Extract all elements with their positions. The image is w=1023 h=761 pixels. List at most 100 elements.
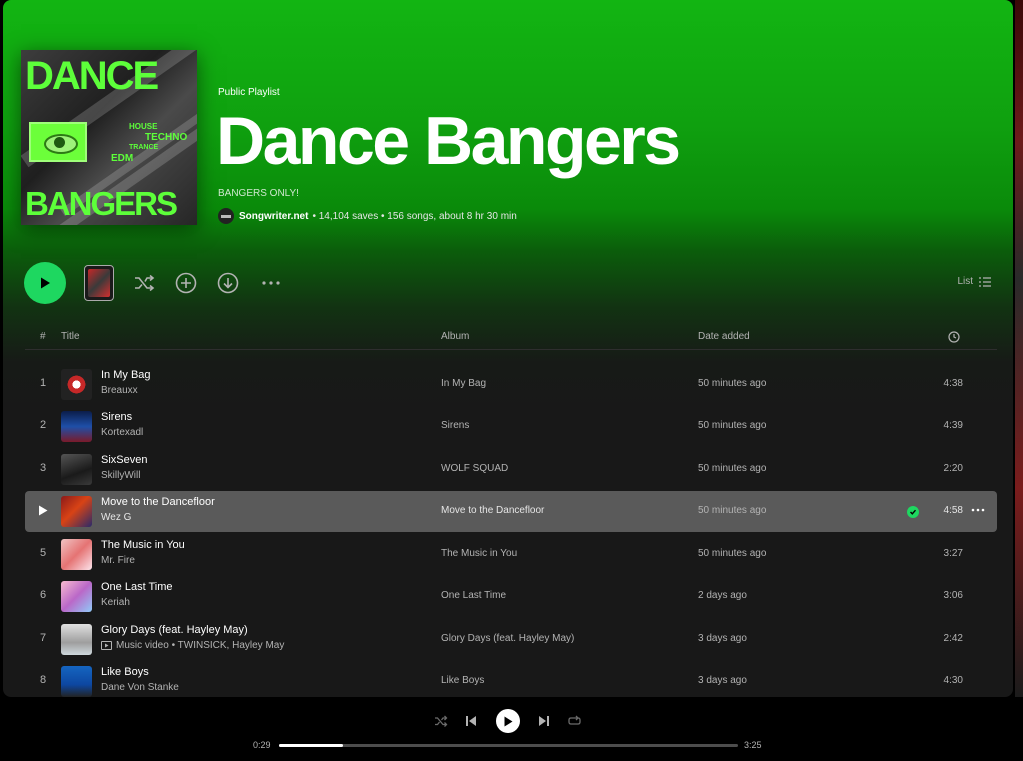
- shuffle-button[interactable]: [131, 272, 157, 294]
- add-to-library-button[interactable]: [174, 271, 198, 295]
- track-artwork: [61, 581, 92, 612]
- download-button[interactable]: [216, 271, 240, 295]
- view-toggle-label: List: [957, 276, 973, 287]
- track-duration: 4:39: [943, 420, 963, 431]
- owner-avatar[interactable]: [218, 208, 234, 224]
- col-duration[interactable]: [948, 331, 960, 346]
- track-artist[interactable]: Music video • TWINSICK, Hayley May: [101, 640, 284, 651]
- playback-progress-bar[interactable]: [279, 744, 738, 747]
- col-date-added[interactable]: Date added: [698, 331, 750, 342]
- track-album[interactable]: WOLF SQUAD: [441, 463, 508, 474]
- progress-fill: [279, 744, 344, 747]
- shuffle-icon: [435, 715, 448, 727]
- col-title[interactable]: Title: [61, 331, 80, 342]
- track-artwork: [61, 539, 92, 570]
- track-row[interactable]: 8 Like Boys Dane Von Stanke Like Boys 3 …: [25, 661, 997, 697]
- repeat-button[interactable]: [567, 714, 582, 728]
- player-play-button[interactable]: [496, 709, 520, 733]
- track-title[interactable]: Sirens: [101, 411, 132, 423]
- track-date-added: 50 minutes ago: [698, 505, 767, 516]
- track-duration: 2:20: [943, 463, 963, 474]
- track-album[interactable]: The Music in You: [441, 548, 517, 559]
- owner-link[interactable]: Songwriter.net: [239, 211, 308, 222]
- cover-tag-house: HOUSE: [129, 122, 158, 131]
- playlist-description: BANGERS ONLY!: [218, 188, 299, 199]
- track-album[interactable]: Like Boys: [441, 675, 484, 686]
- track-duration: 4:58: [943, 505, 963, 516]
- more-options-button[interactable]: [259, 275, 283, 291]
- previous-button[interactable]: [464, 714, 478, 728]
- row-play-button[interactable]: [35, 505, 51, 519]
- playlist-thumbnail-button[interactable]: [84, 265, 114, 301]
- track-row[interactable]: 7 Glory Days (feat. Hayley May) Music vi…: [25, 619, 997, 660]
- track-number: 3: [39, 462, 47, 474]
- track-number: 5: [39, 547, 47, 559]
- track-artist[interactable]: Dane Von Stanke: [101, 682, 179, 693]
- play-icon: [39, 505, 48, 516]
- track-album[interactable]: Move to the Dancefloor: [441, 505, 544, 516]
- play-icon: [504, 716, 513, 726]
- track-date-added: 50 minutes ago: [698, 548, 767, 559]
- clock-icon: [948, 331, 960, 343]
- cover-eye-graphic: [29, 122, 87, 162]
- track-row[interactable]: 1 In My Bag Breauxx In My Bag 50 minutes…: [25, 364, 997, 405]
- track-album[interactable]: Glory Days (feat. Hayley May): [441, 633, 574, 644]
- track-number: 2: [39, 419, 47, 431]
- track-album[interactable]: In My Bag: [441, 378, 486, 389]
- repeat-icon: [568, 715, 581, 725]
- track-album[interactable]: One Last Time: [441, 590, 506, 601]
- track-row[interactable]: 5 The Music in You Mr. Fire The Music in…: [25, 534, 997, 575]
- track-artist[interactable]: Keriah: [101, 597, 130, 608]
- track-title[interactable]: Like Boys: [101, 666, 149, 678]
- track-artist[interactable]: Breauxx: [101, 385, 138, 396]
- adjacent-panel-edge: [1015, 0, 1023, 697]
- track-album[interactable]: Sirens: [441, 420, 469, 431]
- player-shuffle-button[interactable]: [433, 714, 449, 728]
- track-artist[interactable]: Kortexadl: [101, 427, 143, 438]
- track-row[interactable]: 2 Sirens Kortexadl Sirens 50 minutes ago…: [25, 406, 997, 447]
- track-number: 6: [39, 589, 47, 601]
- track-artist[interactable]: SkillyWill: [101, 470, 140, 481]
- cover-tag-trance: TRANCE: [129, 144, 159, 151]
- track-row[interactable]: 6 One Last Time Keriah One Last Time 2 d…: [25, 576, 997, 617]
- track-duration: 3:27: [943, 548, 963, 559]
- track-table-header: # Title Album Date added: [25, 328, 997, 350]
- checkmark-icon: [910, 509, 917, 515]
- cover-tag-techno: TECHNO: [145, 132, 188, 143]
- playlist-stats: • 14,104 saves • 156 songs, about 8 hr 3…: [312, 210, 517, 222]
- track-date-added: 2 days ago: [698, 590, 747, 601]
- row-more-options-button[interactable]: [971, 503, 985, 522]
- track-title[interactable]: Move to the Dancefloor: [101, 496, 215, 508]
- track-artist[interactable]: Mr. Fire: [101, 555, 135, 566]
- track-artist[interactable]: Wez G: [101, 512, 131, 523]
- track-row-hovered[interactable]: Move to the Dancefloor Wez G Move to the…: [25, 491, 997, 532]
- play-button[interactable]: [24, 262, 66, 304]
- track-date-added: 3 days ago: [698, 675, 747, 686]
- track-title[interactable]: SixSeven: [101, 454, 147, 466]
- track-date-added: 50 minutes ago: [698, 378, 767, 389]
- total-time: 3:25: [744, 740, 762, 750]
- view-toggle[interactable]: List: [957, 276, 991, 287]
- track-number: 7: [39, 632, 47, 644]
- col-album[interactable]: Album: [441, 331, 469, 342]
- track-artwork: [61, 496, 92, 527]
- track-title[interactable]: In My Bag: [101, 369, 151, 381]
- track-number: 8: [39, 674, 47, 686]
- track-row[interactable]: 3 SixSeven SkillyWill WOLF SQUAD 50 minu…: [25, 449, 997, 490]
- track-title[interactable]: One Last Time: [101, 581, 173, 593]
- cover-tag-edm: EDM: [111, 153, 134, 164]
- playlist-type: Public Playlist: [218, 87, 280, 98]
- track-title[interactable]: Glory Days (feat. Hayley May): [101, 624, 248, 636]
- track-date-added: 50 minutes ago: [698, 463, 767, 474]
- saved-check-button[interactable]: [907, 506, 919, 518]
- col-number: #: [40, 331, 46, 342]
- track-artwork: [61, 624, 92, 655]
- track-artwork: [61, 666, 92, 697]
- track-title[interactable]: The Music in You: [101, 539, 185, 551]
- track-duration: 3:06: [943, 590, 963, 601]
- next-button[interactable]: [537, 714, 551, 728]
- playlist-panel: DANCE HOUSE TECHNO TRANCE EDM BANGERS Pu…: [3, 0, 1013, 697]
- track-artwork: [61, 369, 92, 400]
- list-icon: [979, 276, 991, 287]
- track-duration: 4:38: [943, 378, 963, 389]
